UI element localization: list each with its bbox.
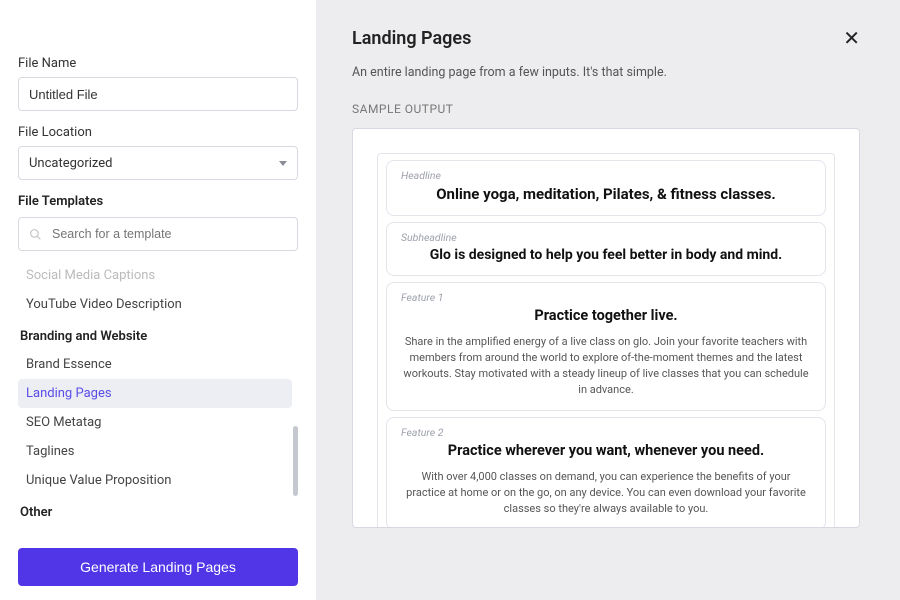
- sample-output-label: SAMPLE OUTPUT: [352, 102, 860, 116]
- template-item[interactable]: YouTube Video Description: [18, 290, 292, 319]
- sample-card-title: Practice wherever you want, whenever you…: [401, 442, 811, 459]
- file-name-label: File Name: [18, 56, 298, 71]
- sample-output-cards: Headline Online yoga, meditation, Pilates…: [377, 153, 835, 528]
- scrollbar-thumb[interactable]: [293, 426, 298, 496]
- sample-card: Headline Online yoga, meditation, Pilates…: [386, 160, 826, 216]
- file-name-block: File Name: [18, 56, 298, 111]
- sample-output-frame: Headline Online yoga, meditation, Pilates…: [352, 128, 860, 528]
- page-title: Landing Pages: [352, 28, 471, 49]
- sample-card-label: Headline: [401, 169, 811, 182]
- page-subtitle: An entire landing page from a few inputs…: [352, 65, 860, 80]
- sample-card-title: Glo is designed to help you feel better …: [401, 247, 811, 263]
- template-item[interactable]: Landing Pages: [18, 379, 292, 408]
- file-location-label: File Location: [18, 125, 298, 140]
- template-item[interactable]: Unique Value Proposition: [18, 466, 292, 495]
- sample-card-label: Feature 2: [401, 426, 811, 439]
- template-list: Social Media CaptionsYouTube Video Descr…: [18, 261, 298, 536]
- template-item[interactable]: SEO Metatag: [18, 408, 292, 437]
- sample-card: Feature 1 Practice together live. Share in…: [386, 282, 826, 411]
- file-templates-title: File Templates: [18, 194, 298, 209]
- sample-card-title: Practice together live.: [401, 307, 811, 324]
- scrollbar[interactable]: [292, 261, 298, 536]
- sidebar: File Name File Location Uncategorized Fi…: [0, 0, 316, 600]
- close-icon[interactable]: ✕: [843, 28, 860, 48]
- search-icon: [29, 228, 42, 241]
- template-item[interactable]: Social Media Captions: [18, 261, 292, 290]
- file-location-block: File Location Uncategorized: [18, 125, 298, 180]
- template-item[interactable]: Brand Essence: [18, 350, 292, 379]
- template-search-input[interactable]: [52, 227, 287, 241]
- file-location-select[interactable]: Uncategorized: [18, 146, 298, 180]
- template-item[interactable]: Taglines: [18, 437, 292, 466]
- template-search[interactable]: [18, 217, 298, 251]
- sample-card-title: Online yoga, meditation, Pilates, & fitn…: [401, 185, 811, 203]
- template-category: Other: [18, 495, 292, 526]
- main-panel: Landing Pages ✕ An entire landing page f…: [316, 0, 900, 600]
- sample-card-body: With over 4,000 classes on demand, you c…: [401, 469, 811, 517]
- sample-card-body: Share in the amplified energy of a live …: [401, 334, 811, 398]
- template-category: Branding and Website: [18, 319, 292, 350]
- file-location-value: Uncategorized: [29, 156, 112, 171]
- file-templates-block: File Templates: [18, 194, 298, 251]
- sample-card: Feature 2 Practice wherever you want, whe…: [386, 417, 826, 528]
- generate-button[interactable]: Generate Landing Pages: [18, 548, 298, 586]
- sample-card-label: Feature 1: [401, 291, 811, 304]
- file-name-input[interactable]: [18, 77, 298, 111]
- sample-card-label: Subheadline: [401, 231, 811, 244]
- sample-card: Subheadline Glo is designed to help you f…: [386, 222, 826, 276]
- chevron-down-icon: [279, 161, 287, 166]
